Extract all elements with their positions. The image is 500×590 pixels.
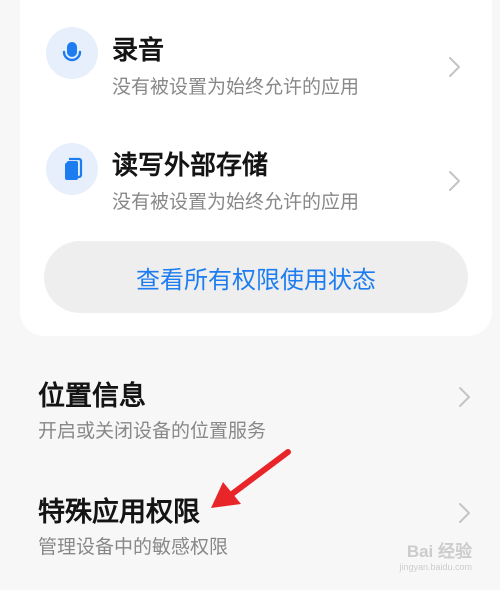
- permissions-card: 录音 没有被设置为始终允许的应用 读写外部存储 没有被设置为始终允许的应用 查看…: [20, 0, 492, 336]
- setting-subtitle: 开启或关闭设备的位置服务: [38, 420, 267, 442]
- permission-title: 录音: [112, 36, 165, 66]
- permission-subtitle: 没有被设置为始终允许的应用: [112, 76, 360, 98]
- permission-item-storage[interactable]: 读写外部存储 没有被设置为始终允许的应用: [20, 123, 492, 213]
- chevron-right-icon: [449, 57, 460, 77]
- setting-subtitle: 管理设备中的敏感权限: [38, 536, 229, 558]
- permission-item-microphone[interactable]: 录音 没有被设置为始终允许的应用: [20, 8, 492, 98]
- baidu-jingyan-watermark: Bai 经验 jingyan.baidu.com: [399, 537, 472, 572]
- chevron-right-icon: [449, 171, 460, 191]
- chevron-right-icon: [459, 503, 470, 523]
- chevron-right-icon: [459, 387, 470, 407]
- watermark-url: jingyan.baidu.com: [399, 562, 472, 572]
- permission-subtitle: 没有被设置为始终允许的应用: [112, 191, 360, 213]
- setting-title: 位置信息: [38, 381, 146, 412]
- view-all-permissions-button[interactable]: 查看所有权限使用状态: [44, 241, 468, 313]
- settings-item-location[interactable]: 位置信息 开启或关闭设备的位置服务: [0, 374, 500, 460]
- microphone-icon: [46, 27, 98, 79]
- watermark-brand: Bai 经验: [406, 542, 472, 561]
- permission-title: 读写外部存储: [112, 151, 269, 181]
- setting-title: 特殊应用权限: [38, 497, 200, 528]
- storage-icon: [46, 143, 98, 195]
